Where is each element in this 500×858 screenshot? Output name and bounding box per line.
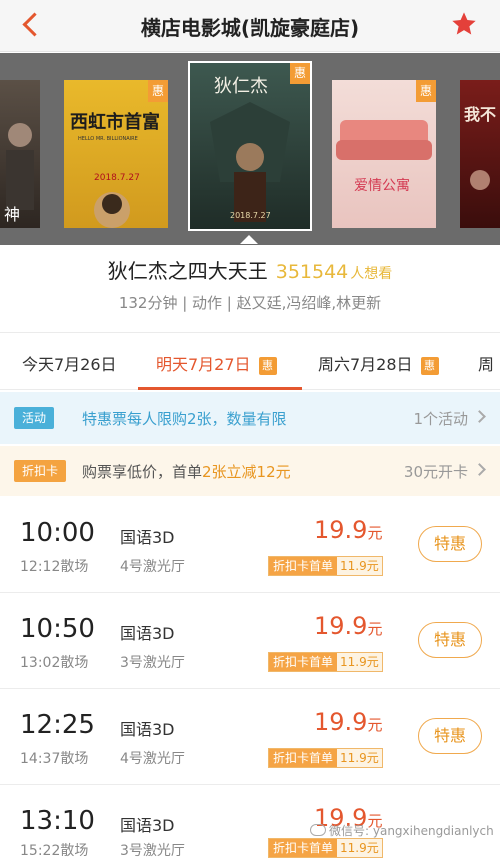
top-bar: 横店电影城(凯旋豪庭店)	[0, 0, 500, 52]
tab-tomorrow[interactable]: 明天7月27日惠	[156, 351, 277, 375]
end-time: 15:22散场	[20, 843, 89, 858]
start-time: 12:25	[20, 710, 95, 740]
poster-item[interactable]: 西虹市首富 HELLO MR. BILLIONAIRE 2018.7.27 惠	[64, 80, 168, 228]
discount-card-text: 购票享低价，首单2张立减12元	[82, 463, 291, 481]
poster-carousel[interactable]: 神 西虹市首富 HELLO MR. BILLIONAIRE 2018.7.27 …	[0, 53, 500, 245]
showtime-row[interactable]: 10:50 13:02散场 国语3D 3号激光厅 19.9元 折扣卡首单 11.9…	[0, 594, 500, 689]
tab-hui-badge: 惠	[420, 357, 439, 375]
buy-button[interactable]: 特惠	[418, 526, 482, 562]
poster-text: 神	[4, 205, 20, 224]
poster-subtitle: HELLO MR. BILLIONAIRE	[78, 136, 138, 142]
poster-item[interactable]: 爱情公寓 惠	[332, 80, 436, 228]
movie-title-row: 狄仁杰之四大天王 351544 人想看	[0, 255, 500, 284]
start-time: 10:00	[20, 518, 95, 548]
selection-caret	[240, 235, 258, 244]
buy-button[interactable]: 特惠	[418, 622, 482, 658]
hall-name: 4号激光厅	[120, 559, 185, 575]
poster-item[interactable]: 我不	[460, 80, 500, 228]
star-favorite-icon[interactable]	[450, 10, 478, 38]
language-format: 国语3D	[120, 624, 175, 643]
card-price-tag: 折扣卡首单 11.9元	[268, 748, 383, 768]
end-time: 12:12散场	[20, 559, 89, 575]
price: 19.9元	[314, 516, 383, 544]
poster-hui-badge: 惠	[416, 80, 436, 102]
movie-meta: 132分钟 | 动作 | 赵又廷,冯绍峰,林更新	[118, 294, 382, 312]
chevron-right-icon	[473, 463, 486, 476]
want-unit: 人想看	[350, 266, 393, 282]
price: 19.9元	[314, 612, 383, 640]
activity-badge: 活动	[14, 407, 55, 429]
language-format: 国语3D	[120, 816, 175, 835]
activity-text: 特惠票每人限购2张，数量有限	[82, 410, 287, 428]
activity-count: 1个活动	[413, 410, 468, 428]
card-price-tag: 折扣卡首单 11.9元	[268, 556, 383, 576]
page-title: 横店电影城(凯旋豪庭店)	[140, 16, 360, 40]
selected-poster-frame	[188, 61, 312, 231]
price: 19.9元	[314, 708, 383, 736]
poster-title: 爱情公寓	[354, 177, 410, 194]
poster-item[interactable]: 神	[0, 80, 40, 228]
want-count: 351544	[275, 261, 349, 283]
showtime-row[interactable]: 12:25 14:37散场 国语3D 4号激光厅 19.9元 折扣卡首单 11.9…	[0, 690, 500, 785]
tab-saturday[interactable]: 周六7月28日惠	[318, 351, 439, 375]
discount-card-banner[interactable]: 折扣卡 购票享低价，首单2张立减12元 30元开卡	[0, 446, 500, 496]
showtime-row[interactable]: 10:00 12:12散场 国语3D 4号激光厅 19.9元 折扣卡首单 11.9…	[0, 498, 500, 593]
end-time: 14:37散场	[20, 751, 89, 767]
active-tab-indicator	[138, 387, 302, 390]
date-tabs: 今天7月26日 明天7月27日惠 周六7月28日惠 周	[0, 332, 500, 390]
open-card-link[interactable]: 30元开卡	[404, 461, 468, 482]
buy-button[interactable]: 特惠	[418, 718, 482, 754]
start-time: 10:50	[20, 614, 95, 644]
watermark: 微信号: yangxihengdianlych	[310, 822, 494, 839]
discount-card-badge: 折扣卡	[14, 460, 67, 482]
start-time: 13:10	[20, 806, 95, 836]
hall-name: 4号激光厅	[120, 751, 185, 767]
end-time: 13:02散场	[20, 655, 89, 671]
movie-name: 狄仁杰之四大天王	[107, 259, 268, 283]
language-format: 国语3D	[120, 720, 175, 739]
card-price-tag: 折扣卡首单 11.9元	[268, 838, 383, 858]
hall-name: 3号激光厅	[120, 655, 185, 671]
poster-date: 2018.7.27	[94, 173, 140, 183]
hall-name: 3号激光厅	[120, 843, 185, 858]
language-format: 国语3D	[120, 528, 175, 547]
poster-title: 西虹市首富	[70, 111, 160, 133]
tab-hui-badge: 惠	[258, 357, 277, 375]
tab-today[interactable]: 今天7月26日	[22, 351, 117, 375]
wechat-icon	[310, 824, 326, 836]
chevron-right-icon	[473, 410, 486, 423]
poster-hui-badge: 惠	[148, 80, 168, 102]
tab-sunday[interactable]: 周	[478, 351, 494, 375]
card-price-tag: 折扣卡首单 11.9元	[268, 652, 383, 672]
activity-banner[interactable]: 活动 特惠票每人限购2张，数量有限 1个活动	[0, 392, 500, 444]
poster-title: 我不	[464, 105, 496, 124]
